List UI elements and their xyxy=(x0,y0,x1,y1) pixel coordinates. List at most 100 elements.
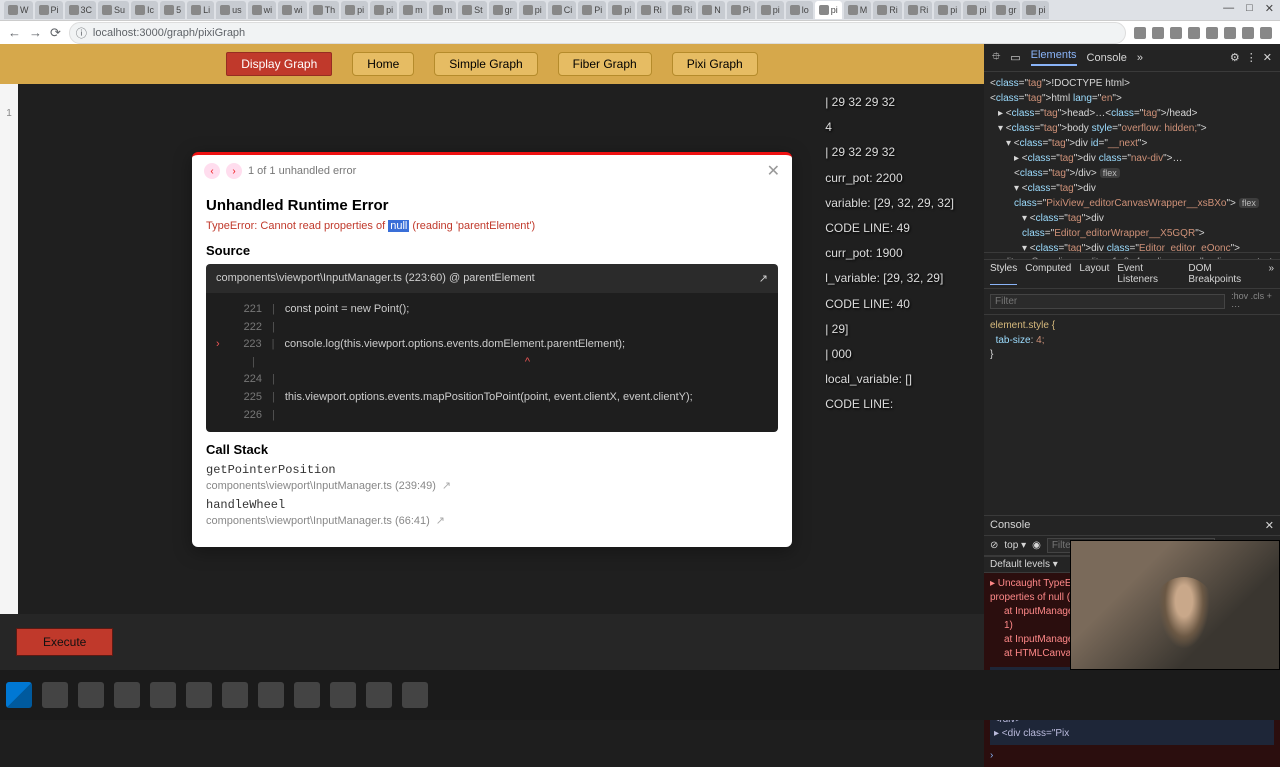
tab-console[interactable]: Console xyxy=(1087,52,1127,64)
min-button[interactable]: — xyxy=(1223,2,1234,15)
live-expr-icon[interactable]: ◉ xyxy=(1032,540,1041,551)
taskbar-icon[interactable] xyxy=(78,682,104,708)
dom-node[interactable]: <class="tag">!DOCTYPE html> xyxy=(990,76,1274,91)
dom-node[interactable]: ▸ <class="tag">div class="nav-div">…<cla… xyxy=(990,151,1274,181)
context-select[interactable]: top ▾ xyxy=(1004,540,1026,551)
more-icon[interactable]: ⋮ xyxy=(1246,51,1257,64)
execute-button[interactable]: Execute xyxy=(16,628,113,656)
devtools-close-icon[interactable]: ✕ xyxy=(1263,51,1272,64)
taskbar-icon[interactable] xyxy=(222,682,248,708)
subtab-event listeners[interactable]: Event Listeners xyxy=(1117,263,1180,285)
ext-icon[interactable] xyxy=(1260,27,1272,39)
browser-tab[interactable]: pi xyxy=(934,1,961,19)
url-bar[interactable]: ⓘ localhost:3000/graph/pixiGraph xyxy=(69,22,1126,44)
back-icon[interactable]: ← xyxy=(8,25,21,40)
ext-icon[interactable] xyxy=(1224,27,1236,39)
settings-icon[interactable]: ⚙ xyxy=(1230,51,1240,64)
browser-tab[interactable]: M xyxy=(844,1,872,19)
close-button[interactable]: ✕ xyxy=(1265,2,1274,15)
taskbar-icon[interactable] xyxy=(258,682,284,708)
open-in-editor-icon[interactable]: ↗ xyxy=(436,514,445,527)
taskbar-icon[interactable] xyxy=(294,682,320,708)
taskbar-icon[interactable] xyxy=(6,682,32,708)
clear-console-icon[interactable]: ⊘ xyxy=(990,540,998,551)
browser-tab[interactable]: pi xyxy=(757,1,784,19)
dom-node[interactable]: ▾ <class="tag">div id="__next"> xyxy=(990,136,1274,151)
browser-tab[interactable]: Ri xyxy=(668,1,697,19)
dom-node[interactable]: <class="tag">html lang="en"> xyxy=(990,91,1274,106)
taskbar-icon[interactable] xyxy=(150,682,176,708)
ext-icon[interactable] xyxy=(1170,27,1182,39)
subtab-dom breakpoints[interactable]: DOM Breakpoints xyxy=(1188,263,1260,285)
home-button[interactable]: Home xyxy=(352,52,414,76)
browser-tab[interactable]: lo xyxy=(786,1,813,19)
browser-tab[interactable]: Ri xyxy=(904,1,933,19)
browser-tab[interactable]: gr xyxy=(992,1,1020,19)
browser-tab[interactable]: wi xyxy=(248,1,277,19)
taskbar-icon[interactable] xyxy=(330,682,356,708)
console-prompt[interactable]: › xyxy=(990,749,1274,763)
ext-icon[interactable] xyxy=(1188,27,1200,39)
open-in-editor-icon[interactable]: ↗ xyxy=(759,272,768,285)
taskbar-icon[interactable] xyxy=(186,682,212,708)
browser-tab[interactable]: Ri xyxy=(637,1,666,19)
next-error-button[interactable]: › xyxy=(226,163,242,179)
device-icon[interactable]: ▭ xyxy=(1010,51,1020,64)
browser-tab[interactable]: m xyxy=(429,1,457,19)
ext-icon[interactable] xyxy=(1206,27,1218,39)
browser-tab[interactable]: pi xyxy=(519,1,546,19)
subtab-»[interactable]: » xyxy=(1268,263,1274,285)
browser-tab[interactable]: us xyxy=(216,1,246,19)
taskbar-icon[interactable] xyxy=(114,682,140,708)
forward-icon[interactable]: → xyxy=(29,25,42,40)
max-button[interactable]: □ xyxy=(1246,2,1253,15)
inspect-icon[interactable]: ⯐ xyxy=(992,48,1000,67)
pixi-graph-button[interactable]: Pixi Graph xyxy=(672,52,758,76)
site-info-icon[interactable]: ⓘ xyxy=(76,25,87,41)
taskbar-icon[interactable] xyxy=(366,682,392,708)
display-graph-button[interactable]: Display Graph xyxy=(226,52,332,76)
browser-tab[interactable]: Ri xyxy=(873,1,902,19)
browser-tab[interactable]: Li xyxy=(187,1,214,19)
browser-tab[interactable]: Th xyxy=(309,1,340,19)
dom-node[interactable]: ▸ <class="tag">head>…<class="tag">/head> xyxy=(990,106,1274,121)
styles-filter-input[interactable] xyxy=(990,294,1225,309)
browser-tab[interactable]: wi xyxy=(278,1,307,19)
browser-tab[interactable]: m xyxy=(399,1,427,19)
browser-tab[interactable]: pi xyxy=(341,1,368,19)
tab-more[interactable]: » xyxy=(1137,52,1143,64)
prev-error-button[interactable]: ‹ xyxy=(204,163,220,179)
subtab-computed[interactable]: Computed xyxy=(1025,263,1071,285)
ext-icon[interactable] xyxy=(1134,27,1146,39)
subtab-layout[interactable]: Layout xyxy=(1079,263,1109,285)
taskbar-icon[interactable] xyxy=(402,682,428,708)
dom-node[interactable]: ▾ <class="tag">div class="PixiView_edito… xyxy=(990,181,1274,211)
reload-icon[interactable]: ⟳ xyxy=(50,25,61,41)
browser-tab[interactable]: pi xyxy=(1022,1,1049,19)
log-levels-select[interactable]: Default levels ▾ xyxy=(990,559,1058,570)
browser-tab[interactable]: Pi xyxy=(578,1,606,19)
taskbar-icon[interactable] xyxy=(42,682,68,708)
browser-tab[interactable]: N xyxy=(698,1,725,19)
console-drawer-close[interactable]: ✕ xyxy=(1265,519,1274,532)
browser-tab[interactable]: Ic xyxy=(131,1,158,19)
browser-tab[interactable]: Su xyxy=(98,1,129,19)
ext-icon[interactable] xyxy=(1242,27,1254,39)
browser-tab[interactable]: 3C xyxy=(65,1,97,19)
fiber-graph-button[interactable]: Fiber Graph xyxy=(558,52,652,76)
tab-elements[interactable]: Elements xyxy=(1031,49,1077,66)
browser-tab[interactable]: Ci xyxy=(548,1,577,19)
browser-tab[interactable]: Pi xyxy=(727,1,755,19)
modal-close-button[interactable]: ✕ xyxy=(767,161,780,181)
dom-node[interactable]: ▾ <class="tag">body style="overflow: hid… xyxy=(990,121,1274,136)
simple-graph-button[interactable]: Simple Graph xyxy=(434,52,537,76)
browser-tab[interactable]: pi xyxy=(963,1,990,19)
dom-node[interactable]: ▾ <class="tag">div class="Editor_editor_… xyxy=(990,241,1274,252)
browser-tab[interactable]: pi xyxy=(815,1,842,19)
browser-tab[interactable]: 5 xyxy=(160,1,185,19)
subtab-styles[interactable]: Styles xyxy=(990,263,1017,285)
browser-tab[interactable]: pi xyxy=(608,1,635,19)
filter-hints[interactable]: :hov .cls + ⋯ xyxy=(1231,291,1274,312)
dom-node[interactable]: ▾ <class="tag">div class="Editor_editorW… xyxy=(990,211,1274,241)
browser-tab[interactable]: gr xyxy=(489,1,517,19)
